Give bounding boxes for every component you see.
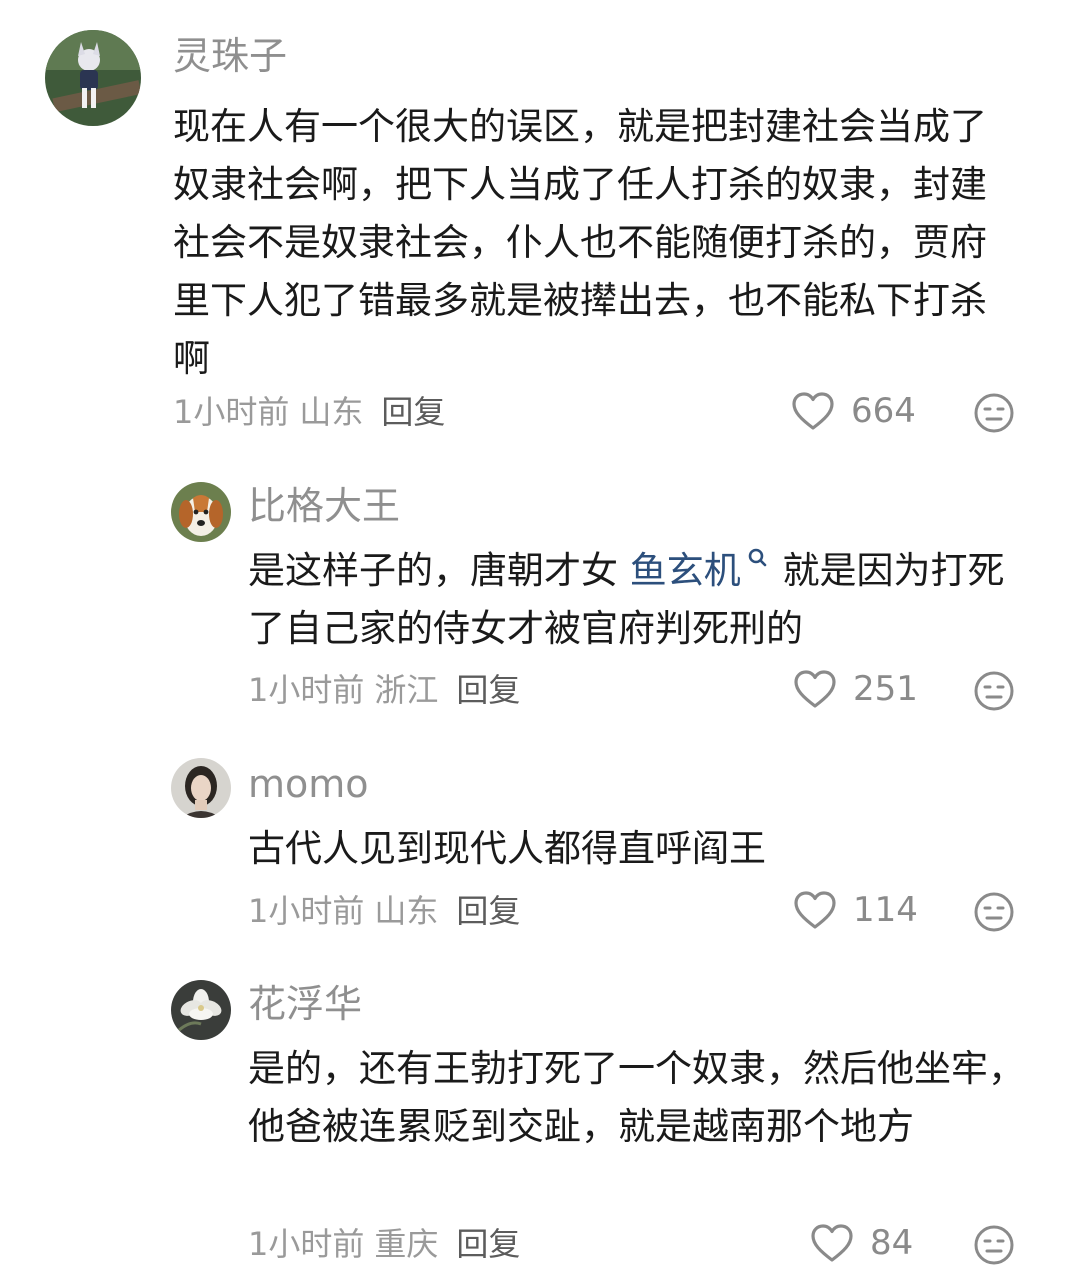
comment-meta: 1小时前 山东 回复: [248, 891, 530, 931]
username[interactable]: 比格大王: [248, 484, 400, 528]
dislike-button[interactable]: [973, 891, 1015, 933]
comment-item: 灵珠子 现在人有一个很大的误区，就是把封建社会当成了奴隶社会啊，把下人当成了任人…: [0, 0, 1080, 450]
heart-icon: [792, 392, 834, 430]
heart-icon: [794, 891, 836, 929]
dislike-button[interactable]: [973, 392, 1015, 434]
comment-text: 现在人有一个很大的误区，就是把封建社会当成了奴隶社会啊，把下人当成了任人打杀的奴…: [173, 105, 987, 380]
doll-figure-icon: [45, 30, 141, 126]
neutral-face-icon: [974, 892, 1014, 932]
dislike-button[interactable]: [973, 670, 1015, 712]
neutral-face-icon: [974, 671, 1014, 711]
reply-comment-item: 花浮华 是的，还有王勃打死了一个奴隶，然后他坐牢，他爸被连累贬到交趾，就是越南那…: [0, 960, 1080, 1285]
avatar[interactable]: [171, 980, 231, 1040]
dislike-button[interactable]: [973, 1224, 1015, 1266]
reply-button[interactable]: 回复: [381, 393, 445, 431]
username[interactable]: 花浮华: [248, 982, 362, 1026]
woman-portrait-icon: [171, 758, 231, 818]
comment-time: 1小时前: [248, 1225, 365, 1263]
comment-time: 1小时前: [173, 393, 290, 431]
comment-meta: 1小时前 重庆 回复: [248, 1224, 530, 1264]
comment-text: 古代人见到现代人都得直呼阎王: [248, 827, 766, 870]
like-button[interactable]: 114: [793, 890, 918, 930]
like-count: 114: [853, 890, 918, 930]
reply-button[interactable]: 回复: [456, 892, 520, 930]
heart-icon: [794, 670, 836, 708]
avatar[interactable]: [171, 758, 231, 818]
comment-text: 是这样子的，唐朝才女 鱼玄机 就是因为打死了自己家的侍女才被官府判死刑的: [248, 542, 1028, 658]
like-count: 664: [851, 391, 916, 431]
comment-location: 浙江: [374, 671, 439, 709]
avatar[interactable]: [45, 30, 141, 126]
search-link-label: 鱼玄机: [629, 549, 741, 592]
username[interactable]: 灵珠子: [173, 34, 287, 78]
comment-text: 是的，还有王勃打死了一个奴隶，然后他坐牢，他爸被连累贬到交趾，就是越南那个地方: [248, 1047, 1025, 1148]
like-button[interactable]: 664: [791, 391, 916, 431]
neutral-face-icon: [974, 1225, 1014, 1265]
like-count: 251: [853, 669, 918, 709]
beagle-dog-icon: [171, 482, 231, 542]
like-button[interactable]: 251: [793, 669, 918, 709]
comment-meta: 1小时前 山东 回复: [173, 392, 455, 432]
search-icon: [748, 548, 767, 567]
reply-comment-item: momo 古代人见到现代人都得直呼阎王 1小时前 山东 回复 114: [0, 730, 1080, 960]
comment-time: 1小时前: [248, 892, 365, 930]
comment-location: 山东: [374, 892, 439, 930]
like-button[interactable]: 84: [810, 1223, 913, 1263]
like-count: 84: [870, 1223, 914, 1263]
reply-button[interactable]: 回复: [456, 1225, 520, 1263]
comment-location: 重庆: [374, 1225, 439, 1263]
neutral-face-icon: [974, 393, 1014, 433]
comment-text-before: 是这样子的，唐朝才女: [248, 549, 630, 592]
reply-comment-item: 比格大王 是这样子的，唐朝才女 鱼玄机 就是因为打死了自己家的侍女才被官府判死刑…: [0, 450, 1080, 730]
white-flower-icon: [171, 980, 231, 1040]
comment-location: 山东: [299, 393, 364, 431]
comment-meta: 1小时前 浙江 回复: [248, 670, 530, 710]
avatar[interactable]: [171, 482, 231, 542]
username[interactable]: momo: [248, 762, 369, 806]
reply-button[interactable]: 回复: [456, 671, 520, 709]
search-link[interactable]: 鱼玄机: [629, 548, 771, 592]
heart-icon: [811, 1224, 853, 1262]
comment-time: 1小时前: [248, 671, 365, 709]
